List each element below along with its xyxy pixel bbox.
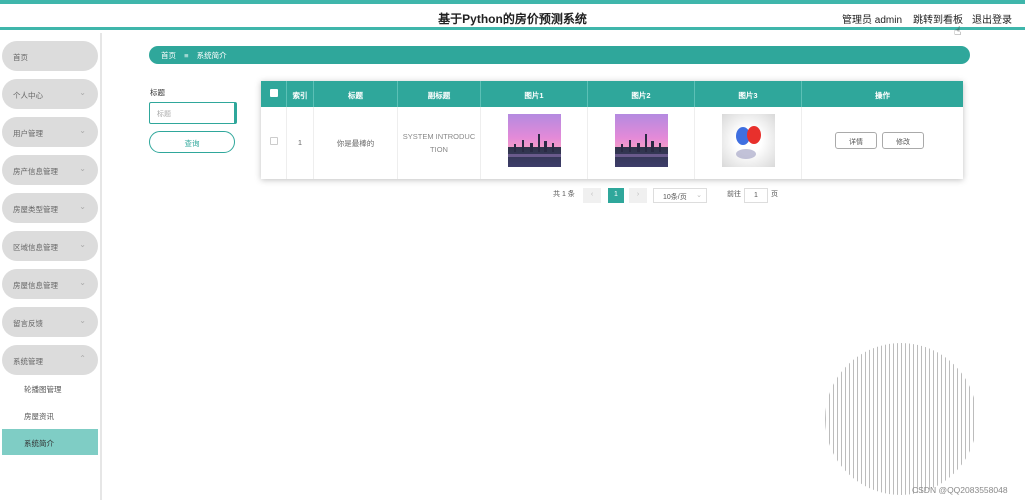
next-page-button[interactable]: › bbox=[629, 188, 647, 203]
mouse-cursor-icon: ☝ bbox=[954, 24, 962, 38]
breadcrumb-separator: ≡ bbox=[184, 51, 189, 60]
sidebar-item-region-info[interactable]: 区域信息管理 ⌄ bbox=[2, 231, 98, 261]
sidebar-item-property-info[interactable]: 房产信息管理 ⌄ bbox=[2, 155, 98, 185]
row-subtitle-line: SYSTEM INTRODUC bbox=[402, 132, 476, 141]
chevron-down-icon: ⌄ bbox=[79, 126, 86, 135]
column-header: 索引 bbox=[287, 81, 314, 107]
breadcrumb: 首页 ≡ 系统简介 bbox=[149, 46, 970, 64]
sidebar-item-label: 区域信息管理 bbox=[13, 243, 58, 252]
logout-link[interactable]: 退出登录 bbox=[972, 11, 1012, 26]
sidebar-subitem-house-news[interactable]: 房屋资讯 bbox=[2, 402, 98, 428]
breadcrumb-home[interactable]: 首页 bbox=[161, 51, 176, 60]
watermark: CSDN @QQ2083558048 bbox=[912, 485, 1008, 495]
chevron-down-icon: ⌄ bbox=[79, 164, 86, 173]
page-number-button[interactable]: 1 bbox=[608, 188, 624, 203]
breadcrumb-current: 系统简介 bbox=[196, 51, 227, 60]
sidebar-item-label: 房产信息管理 bbox=[13, 167, 58, 176]
column-header: 图片2 bbox=[588, 81, 695, 107]
admin-label: 管理员 admin bbox=[842, 15, 903, 26]
column-header: 操作 bbox=[875, 91, 890, 100]
page-size-value: 10条/页 bbox=[663, 194, 687, 201]
sidebar-item-label: 房屋信息管理 bbox=[13, 281, 58, 290]
row-actions: 详情 修改 bbox=[802, 107, 963, 179]
row-title: 你是最棒的 bbox=[314, 107, 398, 179]
chevron-down-icon: ⌄ bbox=[79, 316, 86, 325]
sidebar-item-label: 个人中心 bbox=[13, 91, 43, 100]
page-unit-label: 页 bbox=[771, 191, 778, 198]
column-header: 图片3 bbox=[695, 81, 802, 107]
goto-page-input[interactable]: 1 bbox=[744, 188, 768, 203]
sidebar-item-label: 房屋类型管理 bbox=[13, 205, 58, 214]
row-subtitle-line: TION bbox=[430, 145, 448, 154]
prev-page-button[interactable]: ‹ bbox=[583, 188, 601, 203]
sidebar-subitem-label: 系统简介 bbox=[24, 439, 54, 448]
table-header: 索引 标题 副标题 图片1 图片2 图片3 操作 bbox=[261, 81, 963, 107]
row-image2-cell bbox=[588, 107, 695, 179]
chevron-up-icon: ⌃ bbox=[79, 354, 86, 363]
row-checkbox[interactable] bbox=[261, 107, 287, 179]
row-subtitle: SYSTEM INTRODUC TION bbox=[398, 107, 481, 179]
sidebar-item-house-type[interactable]: 房屋类型管理 ⌄ bbox=[2, 193, 98, 223]
table-row: 1 你是最棒的 SYSTEM INTRODUC TION 详情 修改 bbox=[261, 107, 963, 179]
chevron-down-icon: ⌄ bbox=[79, 240, 86, 249]
sidebar-item-system-management[interactable]: 系统管理 ⌃ bbox=[2, 345, 98, 375]
select-all-checkbox[interactable] bbox=[261, 81, 287, 107]
sidebar-item-label: 系统管理 bbox=[13, 357, 43, 366]
sidebar-item-feedback[interactable]: 留言反馈 ⌄ bbox=[2, 307, 98, 337]
goto-label: 前往 bbox=[727, 191, 741, 198]
sidebar-item-label: 留言反馈 bbox=[13, 319, 43, 328]
column-header: 标题 bbox=[314, 81, 398, 107]
chevron-down-icon: ⌄ bbox=[79, 202, 86, 211]
sidebar-item-home[interactable]: 首页 bbox=[2, 41, 98, 71]
sidebar-item-house-info[interactable]: 房屋信息管理 ⌄ bbox=[2, 269, 98, 299]
page-size-select[interactable]: 10条/页 ⌄ bbox=[653, 188, 707, 203]
hearts-image bbox=[722, 114, 775, 167]
row-image3-cell bbox=[695, 107, 802, 179]
sidebar-item-user-management[interactable]: 用户管理 ⌄ bbox=[2, 117, 98, 147]
chevron-down-icon: ⌄ bbox=[696, 192, 702, 199]
sidebar: 首页 个人中心 ⌄ 用户管理 ⌄ 房产信息管理 ⌄ 房屋类型管理 ⌄ 区域信息管… bbox=[0, 33, 102, 500]
row-image1-cell bbox=[481, 107, 588, 179]
row-index: 1 bbox=[287, 107, 314, 179]
chevron-down-icon: ⌄ bbox=[79, 278, 86, 287]
sidebar-subitem-carousel[interactable]: 轮播图管理 bbox=[2, 375, 98, 401]
data-table: 索引 标题 副标题 图片1 图片2 图片3 操作 1 你是最棒的 SYSTEM … bbox=[261, 81, 963, 179]
app-header: 基于Python的房价预测系统 管理员 admin 跳转到看板 退出登录 bbox=[0, 4, 1025, 30]
decorative-circle bbox=[825, 343, 977, 495]
column-header: 图片1 bbox=[481, 81, 588, 107]
edit-button[interactable]: 修改 bbox=[882, 132, 924, 149]
search-button[interactable]: 查询 bbox=[149, 131, 235, 153]
city-image bbox=[508, 114, 561, 167]
sidebar-subitem-system-intro[interactable]: 系统简介 bbox=[2, 429, 98, 455]
pagination-total: 共 1 条 bbox=[553, 191, 575, 198]
city-image bbox=[615, 114, 668, 167]
detail-button[interactable]: 详情 bbox=[835, 132, 877, 149]
chevron-down-icon: ⌄ bbox=[79, 88, 86, 97]
sidebar-subitem-label: 轮播图管理 bbox=[24, 385, 62, 394]
sidebar-item-label: 首页 bbox=[13, 53, 28, 62]
sidebar-item-personal-center[interactable]: 个人中心 ⌄ bbox=[2, 79, 98, 109]
sidebar-item-label: 用户管理 bbox=[13, 129, 43, 138]
sidebar-subitem-label: 房屋资讯 bbox=[24, 412, 54, 421]
search-label: 标题 bbox=[150, 88, 165, 97]
search-input[interactable]: 标题 bbox=[149, 102, 237, 124]
column-header: 副标题 bbox=[398, 81, 481, 107]
